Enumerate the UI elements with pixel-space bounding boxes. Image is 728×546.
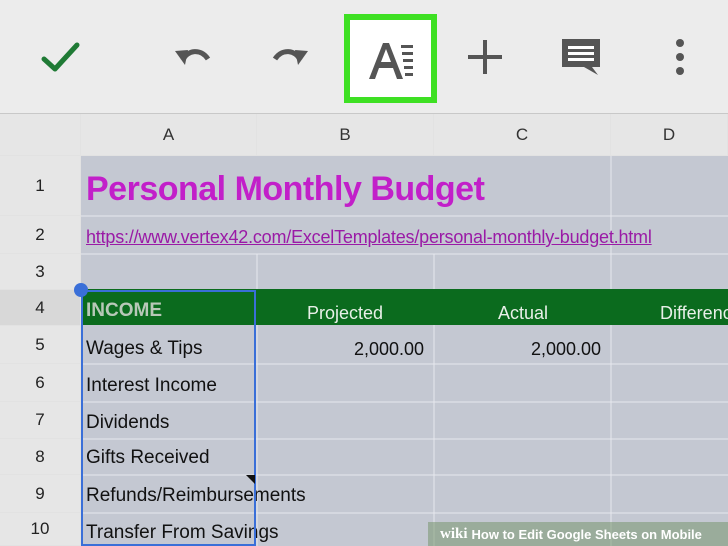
selection-handle-top[interactable] — [74, 283, 88, 297]
watermark-brand: wiki — [440, 525, 468, 542]
watermark-text: How to Edit Google Sheets on Mobile — [471, 526, 702, 542]
row-header-3[interactable]: 3 — [0, 254, 81, 290]
row-header-8[interactable]: 8 — [0, 439, 81, 475]
row-header-6[interactable]: 6 — [0, 364, 81, 402]
row-header-7[interactable]: 7 — [0, 402, 81, 439]
row-header-4[interactable]: 4 — [0, 290, 81, 326]
projected-header[interactable]: Projected — [307, 303, 383, 324]
row-header-9[interactable]: 9 — [0, 475, 81, 513]
redo-icon[interactable] — [255, 22, 325, 92]
text-format-icon — [366, 37, 416, 88]
column-header-b[interactable]: B — [257, 114, 434, 156]
row-header-1[interactable]: 1 — [0, 156, 81, 216]
more-icon[interactable] — [645, 22, 715, 92]
text-format-button-highlight[interactable] — [344, 14, 437, 103]
row-header-2[interactable]: 2 — [0, 216, 81, 254]
corner-header[interactable] — [0, 114, 81, 156]
comment-icon[interactable] — [546, 22, 616, 92]
watermark: wiki How to Edit Google Sheets on Mobile — [428, 522, 728, 546]
column-header-c[interactable]: C — [434, 114, 611, 156]
check-icon[interactable] — [25, 22, 95, 92]
add-icon[interactable] — [450, 22, 520, 92]
editing-toolbar — [0, 0, 728, 114]
column-header-d[interactable]: D — [611, 114, 728, 156]
actual-header[interactable]: Actual — [498, 303, 548, 324]
row-header-5[interactable]: 5 — [0, 326, 81, 364]
difference-header[interactable]: Differenc — [660, 303, 728, 324]
undo-icon[interactable] — [158, 22, 228, 92]
wages-actual-value[interactable]: 2,000.00 — [531, 339, 601, 360]
comment-indicator-icon — [246, 475, 255, 484]
wages-projected-value[interactable]: 2,000.00 — [354, 339, 424, 360]
sheet-title[interactable]: Personal Monthly Budget — [86, 170, 485, 209]
row-header-10[interactable]: 10 — [0, 513, 81, 546]
template-link[interactable]: https://www.vertex42.com/ExcelTemplates/… — [86, 227, 652, 248]
column-selection-box — [81, 290, 256, 546]
column-header-a[interactable]: A — [81, 114, 257, 156]
